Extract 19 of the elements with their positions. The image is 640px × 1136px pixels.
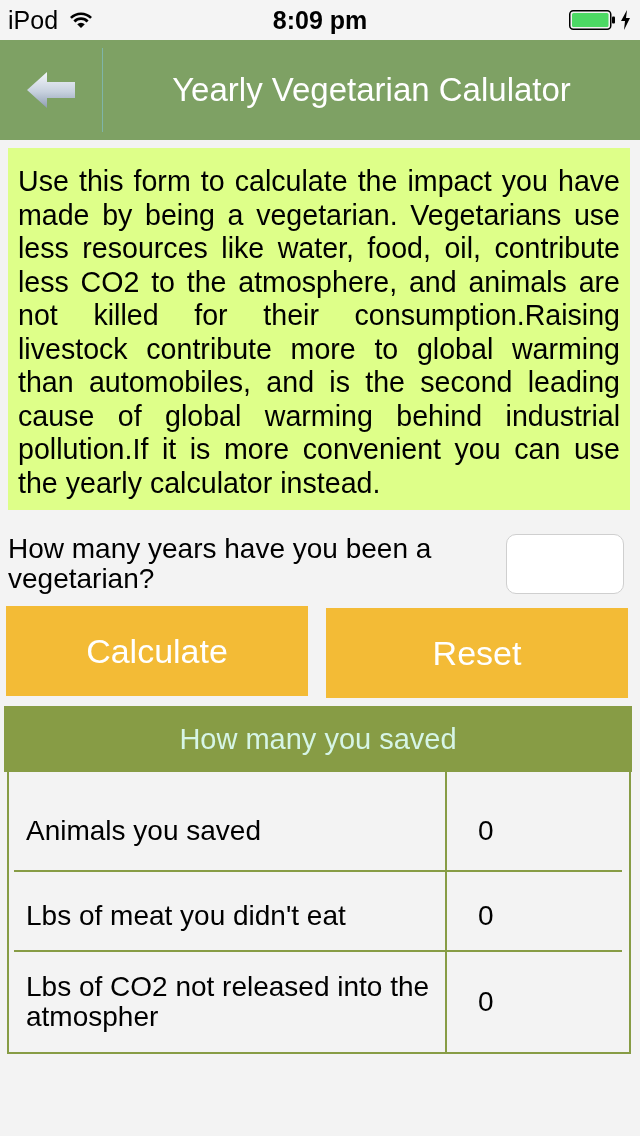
result-value: 0 [478,901,494,931]
result-value: 0 [478,816,494,846]
wifi-icon [70,12,93,28]
battery-icon [569,10,615,30]
screen-title: Yearly Vegetarian Calulator [172,71,571,109]
description-text: Use this form to calculate the impact you have made by being a vegetarian. Vegetarians use less resources like water, food, oil, contribute less CO2 to the atmosphere, and animals are not killed for their consumption.Raising livestock contribute more to global warming than automobiles, and is the second leading cause of global warming behind industrial pollution.If it is more convenient you can use the yearly calculator instead. [8,148,630,510]
question-label: How many years have you been a vegetarian? [8,534,433,594]
status-time: 8:09 pm [272,5,368,35]
carrier-name: iPod [8,5,59,35]
result-label: Animals you saved [26,816,261,846]
result-value: 0 [478,987,494,1017]
action-button[interactable]: Reset [326,608,628,698]
result-label: Lbs of meat you didn't eat [26,901,346,931]
results-header: How many you saved [4,706,632,772]
years-input-field[interactable] [506,534,624,594]
arrow-left-icon [27,72,75,108]
action-button[interactable]: Calculate [6,606,308,696]
charging-bolt-icon [621,10,630,30]
result-label: Lbs of CO2 not released into the atmospher [26,972,431,1032]
